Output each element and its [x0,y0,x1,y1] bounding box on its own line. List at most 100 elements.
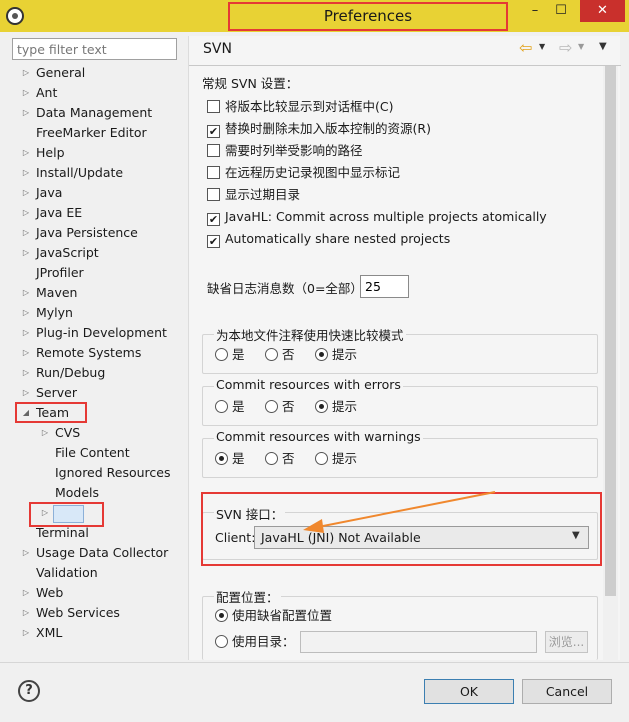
radio-option[interactable]: 是 [215,450,245,468]
radio-option[interactable]: 是 [215,346,245,364]
tree-item-label: JavaScript [36,245,99,260]
tree-item-label: Run/Debug [36,365,106,380]
use-default-config-radio[interactable]: 使用缺省配置位置 [215,607,332,625]
page-title: SVN [203,41,232,57]
checkbox-label: 替换时删除未加入版本控制的资源(R) [225,121,431,136]
tree-item-label: Install/Update [36,165,124,180]
setting-checkbox[interactable]: ✔ 替换时删除未加入版本控制的资源(R) [207,120,431,138]
tree-item-label: General [36,65,86,80]
view-menu-icon[interactable]: ▼ [599,41,607,52]
radio-option[interactable]: 否 [265,450,295,468]
collapsed-twisty-icon[interactable]: ▷ [40,424,50,442]
radio-option-label: 提示 [332,399,358,414]
back-dropdown-icon[interactable]: ▼ [539,42,545,51]
back-arrow-icon[interactable]: ⇦ [519,38,532,57]
collapsed-twisty-icon[interactable]: ▷ [21,144,31,162]
cancel-button[interactable]: Cancel [522,679,612,704]
collapsed-twisty-icon[interactable]: ▷ [21,204,31,222]
forward-dropdown-icon[interactable]: ▼ [578,42,584,51]
collapsed-twisty-icon[interactable]: ▷ [21,584,31,602]
radio-option[interactable]: 提示 [315,450,357,468]
collapsed-twisty-icon[interactable]: ▷ [21,624,31,642]
collapsed-twisty-icon[interactable]: ▷ [21,364,31,382]
log-count-input[interactable] [360,275,409,298]
tree-item-label: Java [36,185,63,200]
general-settings-label: 常规 SVN 设置： [202,76,299,91]
radio-unselected-icon [215,348,228,361]
radio-option[interactable]: 否 [265,346,295,364]
tree-item-label: Server [36,385,77,400]
radio-group-title: 为本地文件注释使用快速比较模式 [214,325,406,344]
radio-unselected-icon [265,400,278,413]
filter-input[interactable] [12,38,177,60]
tree-item-label: Java EE [36,205,83,220]
checkbox-label: 在远程历史记录视图中显示标记 [225,165,401,180]
collapsed-twisty-icon[interactable]: ▷ [21,324,31,342]
radio-option[interactable]: 提示 [315,398,357,416]
collapsed-twisty-icon[interactable]: ▷ [21,284,31,302]
radio-group-title: Commit resources with errors [214,377,403,392]
radio-group [202,438,598,478]
radio-option-label: 是 [232,451,245,466]
collapsed-twisty-icon[interactable]: ▷ [21,184,31,202]
use-directory-radio[interactable]: 使用目录： [215,633,295,651]
unchecked-box-icon [207,100,220,113]
tree-item-label: FreeMarker Editor [36,125,147,140]
setting-checkbox[interactable]: 在远程历史记录视图中显示标记 [207,164,400,182]
checkbox-label: JavaHL: Commit across multiple projects … [225,209,547,224]
radio-option[interactable]: 否 [265,398,295,416]
collapsed-twisty-icon[interactable]: ▷ [21,344,31,362]
config-directory-input[interactable] [300,631,537,653]
collapsed-twisty-icon[interactable]: ▷ [21,244,31,262]
unchecked-box-icon [207,144,220,157]
tree-item-label: Ant [36,85,58,100]
setting-checkbox[interactable]: 需要时列举受影响的路径 [207,142,363,160]
tree-item-label: Usage Data Collector [36,545,169,560]
checkbox-label: Automatically share nested projects [225,231,451,246]
collapsed-twisty-icon[interactable]: ▷ [21,224,31,242]
title-bar: Preferences – ☐ ✕ [0,0,629,32]
radio-option-label: 否 [282,399,295,414]
maximize-button[interactable]: ☐ [548,0,574,22]
help-icon[interactable]: ? [18,680,40,702]
collapsed-twisty-icon[interactable]: ▷ [21,84,31,102]
checkbox-label: 需要时列举受影响的路径 [225,143,363,158]
scrollbar-thumb[interactable] [605,66,616,596]
svn-highlight-box [29,502,104,527]
preference-tree: ▷ General ▷ Ant ▷ Data Management FreeMarker E… [12,64,182,654]
collapsed-twisty-icon[interactable]: ▷ [21,544,31,562]
tree-item-label: Mylyn [36,305,73,320]
log-count-label: 缺省日志消息数（0=全部） [207,281,363,296]
window-title: Preferences [228,2,508,31]
radio-option-label: 是 [232,399,245,414]
radio-selected-icon [215,609,228,622]
collapsed-twisty-icon[interactable]: ▷ [21,164,31,182]
setting-checkbox[interactable]: 将版本比较显示到对话框中(C) [207,98,393,116]
minimize-button[interactable]: – [522,0,548,22]
setting-checkbox[interactable]: ✔ JavaHL: Commit across multiple projects… [207,208,547,226]
collapsed-twisty-icon[interactable]: ▷ [21,304,31,322]
browse-button[interactable]: 浏览... [545,631,588,653]
radio-option[interactable]: 提示 [315,346,357,364]
forward-arrow-icon[interactable]: ⇨ [559,38,572,57]
tree-item-label: Maven [36,285,78,300]
collapsed-twisty-icon[interactable]: ▷ [21,384,31,402]
radio-option-label: 否 [282,451,295,466]
setting-checkbox[interactable]: 显示过期目录 [207,186,300,204]
collapsed-twisty-icon[interactable]: ▷ [21,604,31,622]
tree-item-label: Help [36,145,65,160]
collapsed-twisty-icon[interactable]: ▷ [21,64,31,82]
checkbox-label: 将版本比较显示到对话框中(C) [225,99,394,114]
close-button[interactable]: ✕ [580,0,625,22]
radio-option-label: 是 [232,347,245,362]
setting-checkbox[interactable]: ✔ Automatically share nested projects [207,230,450,248]
tree-item-label: Models [55,485,100,500]
tree-item-label: Data Management [36,105,153,120]
tree-item-label: JProfiler [36,265,84,280]
radio-option[interactable]: 是 [215,398,245,416]
collapsed-twisty-icon[interactable]: ▷ [21,104,31,122]
eclipse-icon [6,7,24,25]
radio-unselected-icon [215,635,228,648]
ok-button[interactable]: OK [424,679,514,704]
tree-item-label: Plug-in Development [36,325,167,340]
